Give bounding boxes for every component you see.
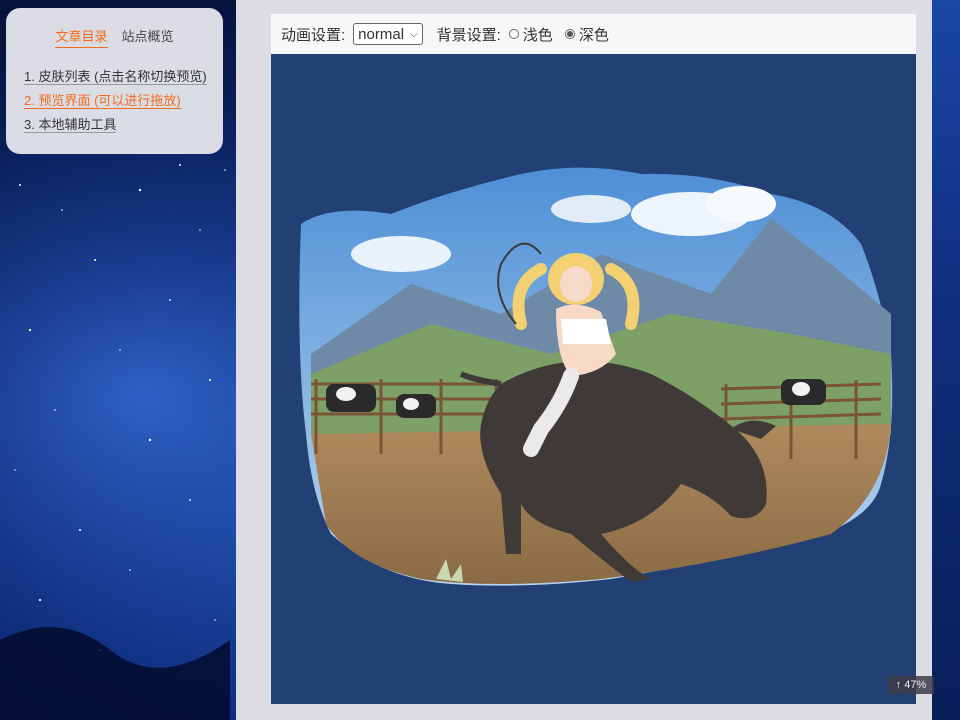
toc-item-skin-list[interactable]: 1. 皮肤列表 (点击名称切换预览) [24, 66, 223, 85]
main-panel: 动画设置: normal ⌵ 背景设置: 浅色 深色 [236, 0, 932, 720]
toc-item-label: 2. 预览界面 (可以进行拖放) [24, 93, 181, 109]
animation-select[interactable]: normal ⌵ [353, 23, 423, 45]
scroll-progress-text: 47% [904, 679, 927, 691]
toc-item-label: 1. 皮肤列表 (点击名称切换预览) [24, 69, 207, 85]
tab-site-overview[interactable]: 站点概览 [122, 26, 174, 48]
toc-item-local-tools[interactable]: 3. 本地辅助工具 [24, 114, 223, 133]
radio-light-label: 浅色 [522, 26, 553, 44]
toc-panel: 文章目录 站点概览 1. 皮肤列表 (点击名称切换预览) 2. 预览界面 (可以… [6, 8, 223, 154]
scroll-progress-badge[interactable]: ↑ 47% [888, 676, 934, 694]
radio-dark[interactable]: 深色 [564, 24, 609, 45]
character-illustration[interactable] [271, 54, 916, 704]
arrow-up-icon: ↑ [895, 679, 902, 691]
chevron-down-icon: ⌵ [410, 28, 418, 40]
background-label: 背景设置: [436, 26, 501, 44]
toc-item-preview[interactable]: 2. 预览界面 (可以进行拖放) [24, 90, 223, 109]
radio-dark-label: 深色 [578, 26, 609, 44]
preview-stage[interactable] [271, 54, 916, 704]
radio-light-indicator [508, 29, 519, 39]
animation-label: 动画设置: [281, 26, 346, 44]
tab-toc[interactable]: 文章目录 [55, 26, 108, 48]
radio-dark-indicator [564, 29, 575, 39]
toc-list: 1. 皮肤列表 (点击名称切换预览) 2. 预览界面 (可以进行拖放) 3. 本… [24, 66, 223, 133]
toc-tabs: 文章目录 站点概览 [24, 26, 223, 48]
preview-toolbar: 动画设置: normal ⌵ 背景设置: 浅色 深色 [271, 14, 916, 54]
toc-item-label: 3. 本地辅助工具 [24, 117, 117, 133]
animation-select-value: normal [358, 25, 405, 43]
radio-light[interactable]: 浅色 [508, 24, 553, 45]
